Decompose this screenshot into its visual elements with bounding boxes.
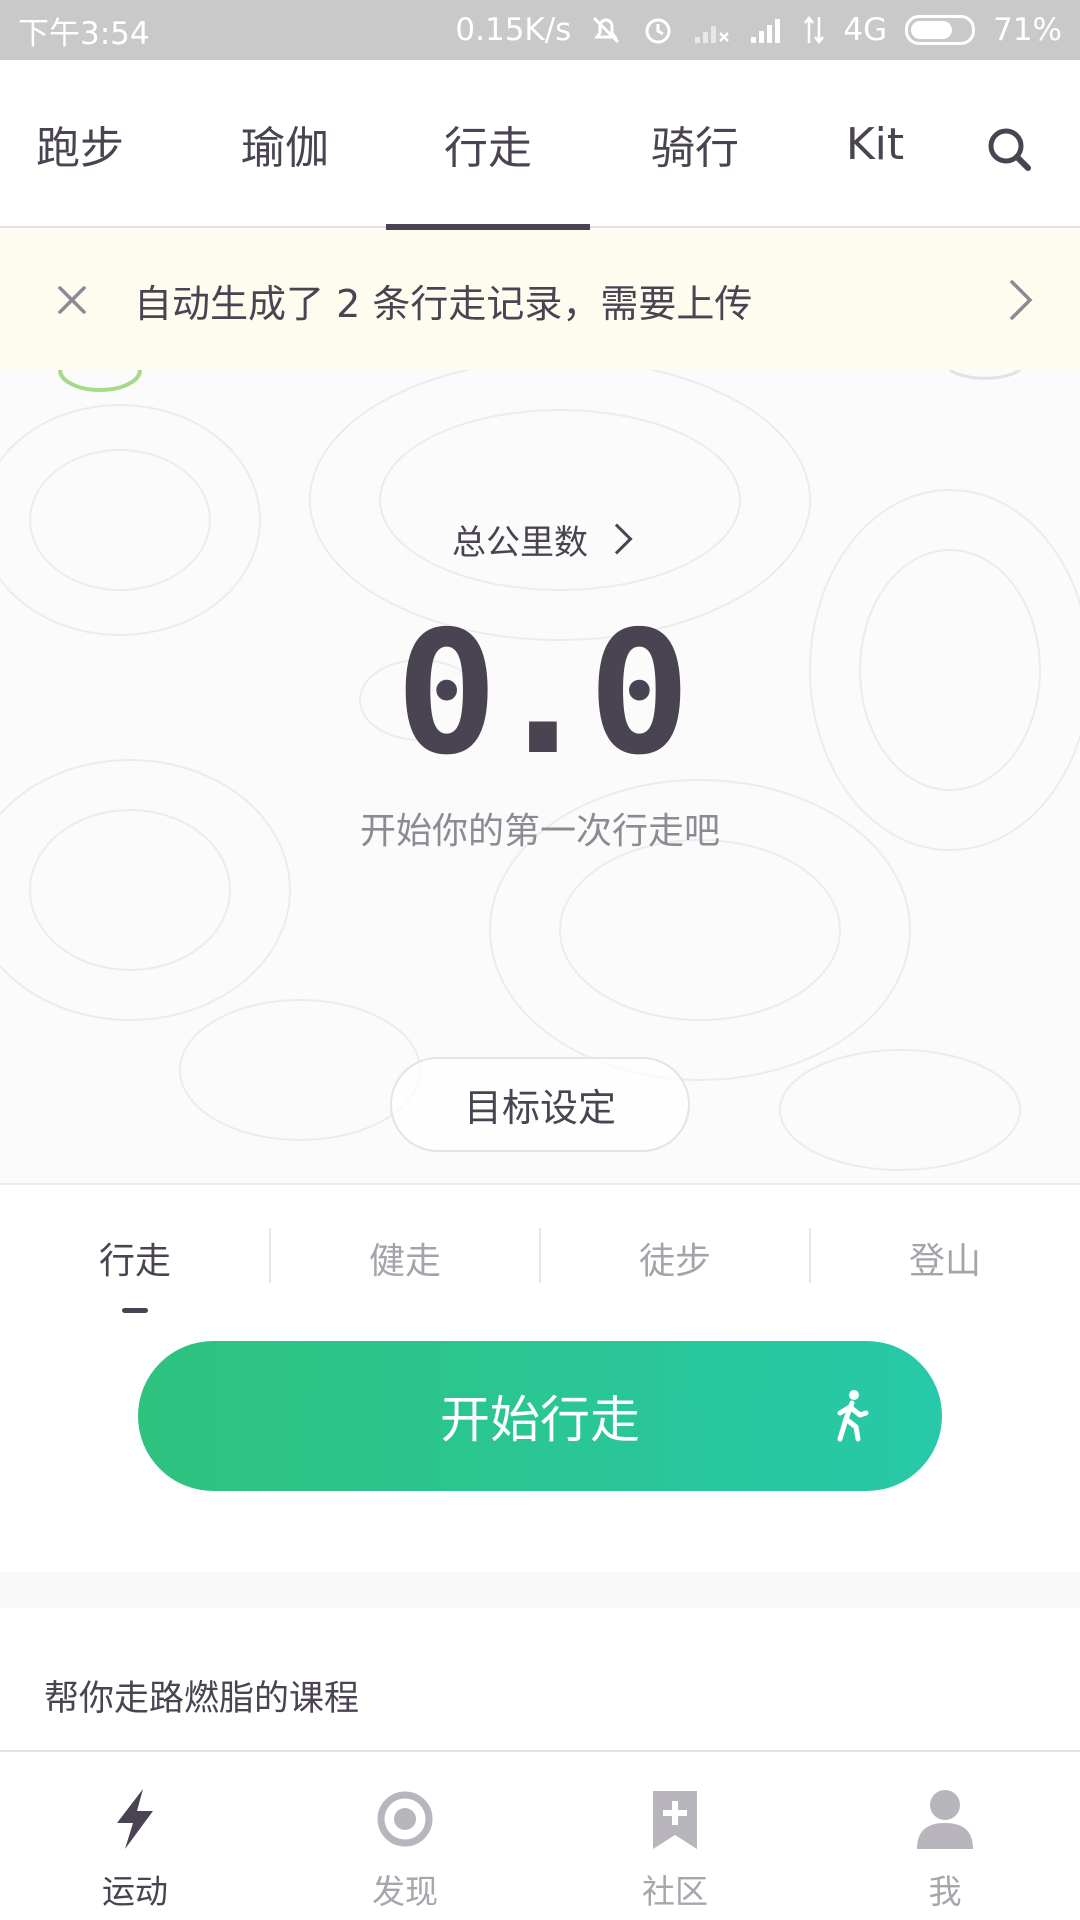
nav-sport[interactable]: 运动	[0, 1752, 270, 1920]
notice-text: 自动生成了 2 条行走记录，需要上传	[134, 281, 753, 326]
total-km-label: 总公里数	[452, 523, 588, 563]
signal-sim1-icon	[695, 26, 730, 43]
network-type: 4G	[843, 12, 888, 48]
walk-type-tabs: 行走 健走 徒步 登山	[0, 1188, 1080, 1318]
tab-walking[interactable]: 行走	[386, 60, 590, 230]
subtab-mountaineering[interactable]: 登山	[810, 1188, 1080, 1318]
discover-circle-icon	[377, 1791, 433, 1847]
mute-icon	[593, 16, 620, 44]
status-right: 0.15K/s 4G 71%	[455, 12, 1062, 48]
tab-kit[interactable]: Kit	[800, 60, 950, 228]
bottom-navigation: 运动 发现 社区 我	[0, 1750, 1080, 1920]
net-speed: 0.15K/s	[455, 12, 572, 48]
section-gap	[0, 1572, 1080, 1608]
tab-label: Kit	[845, 118, 905, 170]
search-icon[interactable]	[980, 120, 1040, 180]
nav-label: 社区	[642, 1872, 708, 1911]
nav-discover[interactable]: 发现	[270, 1752, 540, 1920]
close-icon[interactable]	[50, 278, 94, 322]
subtab-power-walk[interactable]: 健走	[270, 1188, 540, 1318]
battery-percent: 71%	[993, 12, 1062, 48]
alarm-icon	[645, 18, 671, 44]
subtab-hiking[interactable]: 徒步	[540, 1188, 810, 1318]
tab-cycling[interactable]: 骑行	[610, 60, 780, 228]
bookmark-plus-icon	[653, 1791, 697, 1849]
subtab-label: 行走	[98, 1241, 171, 1282]
subtab-walking[interactable]: 行走	[0, 1188, 270, 1318]
goal-setting-button[interactable]: 目标设定	[390, 1057, 690, 1152]
chevron-right-icon	[601, 523, 633, 555]
tab-label: 瑜伽	[241, 123, 329, 174]
nav-me[interactable]: 我	[810, 1752, 1080, 1920]
nav-community[interactable]: 社区	[540, 1752, 810, 1920]
hero-subtitle: 开始你的第一次行走吧	[359, 811, 720, 852]
person-icon	[917, 1790, 973, 1849]
start-walking-label: 开始行走	[440, 1391, 640, 1449]
lightning-icon	[117, 1789, 153, 1849]
chevron-right-icon[interactable]	[1000, 274, 1040, 326]
data-arrows-icon	[804, 15, 825, 45]
course-section-title: 帮你走路燃脂的课程	[44, 1679, 360, 1719]
subtab-label: 登山	[908, 1241, 981, 1282]
status-time: 下午3:54	[18, 15, 150, 52]
tab-running[interactable]: 跑步	[0, 60, 160, 228]
tab-label: 跑步	[36, 123, 124, 174]
start-walking-button[interactable]: 开始行走	[138, 1341, 942, 1491]
signal-sim2-icon	[751, 19, 781, 43]
total-km-link[interactable]: 总公里数	[0, 515, 1080, 564]
active-subtab-indicator	[122, 1308, 148, 1313]
subtab-label: 徒步	[638, 1241, 711, 1282]
tab-label: 行走	[444, 123, 532, 174]
tab-yoga[interactable]: 瑜伽	[200, 60, 370, 228]
battery-fill	[911, 21, 953, 39]
status-bar: 下午3:54 0.15K/s 4G 71%	[0, 0, 1080, 60]
upload-notice-banner[interactable]: 自动生成了 2 条行走记录，需要上传	[0, 230, 1080, 370]
sport-tabs: 跑步 瑜伽 行走 骑行 Kit	[0, 60, 1080, 230]
total-km-value: 0.0	[395, 595, 690, 793]
nav-label: 运动	[102, 1872, 168, 1911]
walking-person-icon	[837, 1390, 869, 1442]
nav-label: 我	[928, 1872, 962, 1911]
tab-label: 骑行	[651, 123, 739, 174]
walking-summary-panel: 总公里数 0.0 开始你的第一次行走吧 目标设定	[0, 370, 1080, 1185]
subtab-label: 健走	[368, 1241, 441, 1282]
battery-icon	[905, 15, 976, 45]
nav-label: 发现	[372, 1872, 438, 1911]
